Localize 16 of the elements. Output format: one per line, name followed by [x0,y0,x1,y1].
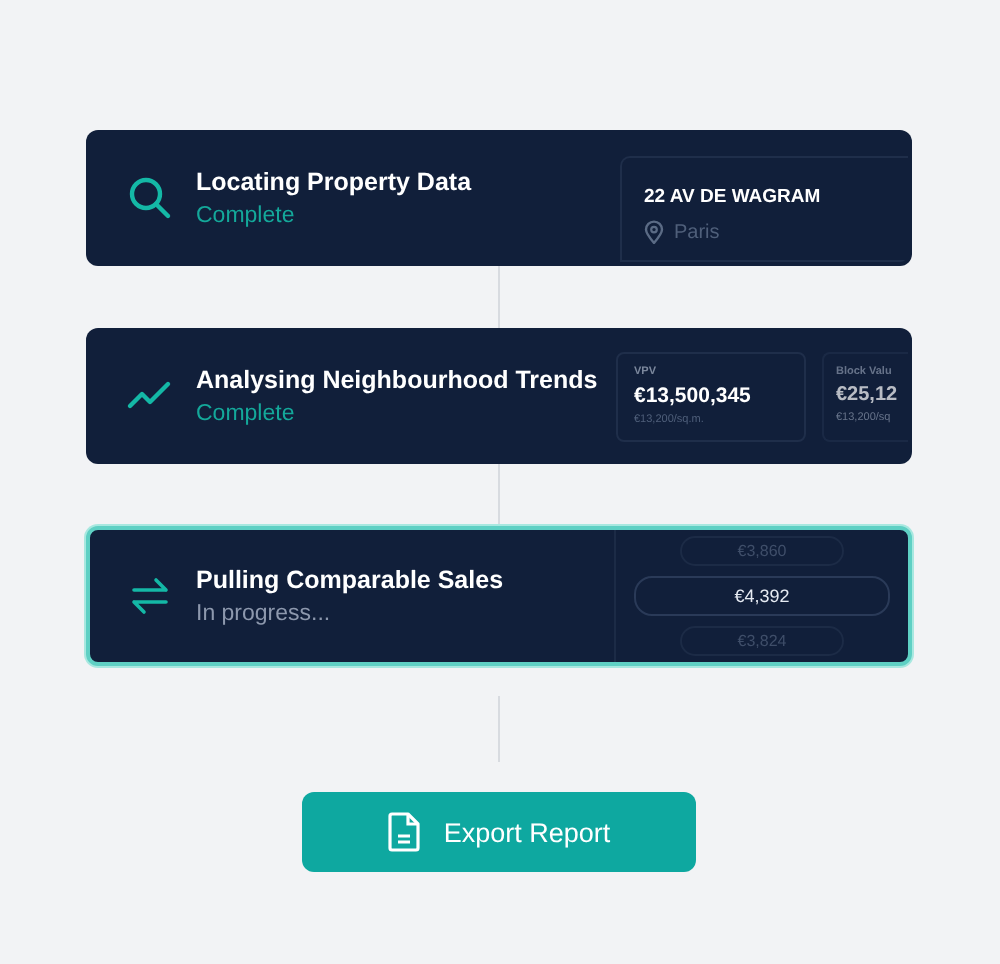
city-text: Paris [674,221,720,243]
step-status: In progress... [196,602,333,626]
step-status: Complete [196,402,297,426]
address-text: 22 AV DE WAGRAM [644,186,823,208]
step-status: Complete [196,204,297,228]
export-report-button[interactable]: Export Report [302,792,696,872]
swap-arrows-icon [126,572,174,620]
step-title: Analysing Neighbourhood Trends [196,366,598,394]
location-pin-icon [644,220,664,244]
search-icon [126,174,174,222]
metric-value: €25,12 [836,383,900,405]
step-title: Pulling Comparable Sales [196,566,504,594]
metric-value: €13,500,345 [634,383,753,407]
price-pill: €4,392 [634,576,890,616]
document-icon [387,812,420,852]
step-title: Locating Property Data [196,168,472,196]
